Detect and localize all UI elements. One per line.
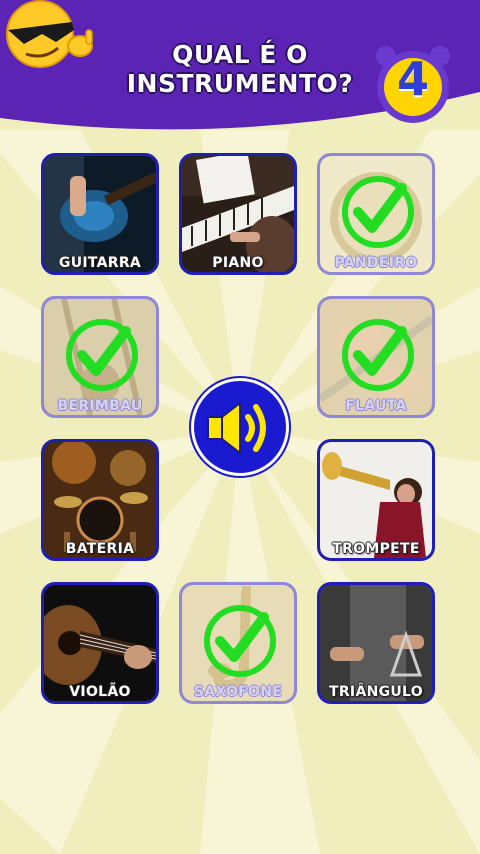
- speaker-icon: [207, 400, 266, 456]
- timer-count: 4: [396, 52, 429, 106]
- card-label: PIANO: [212, 255, 264, 271]
- card-trompete[interactable]: TROMPETE: [317, 439, 435, 561]
- card-label: VIOLÃO: [69, 684, 131, 700]
- card-label: TROMPETE: [332, 541, 420, 557]
- cool-emoji-icon: [6, 0, 93, 68]
- header: QUAL É O INSTRUMENTO? 4: [0, 0, 480, 140]
- card-violao[interactable]: VIOLÃO: [41, 582, 159, 704]
- card-label: GUITARRA: [58, 255, 142, 271]
- card-triangulo[interactable]: TRIÂNGULO: [317, 582, 435, 704]
- play-sound-button[interactable]: [191, 378, 289, 476]
- card-saxofone[interactable]: SAXOFONE: [179, 582, 297, 704]
- card-label: BATERIA: [65, 541, 135, 557]
- card-piano[interactable]: PIANO: [179, 153, 297, 275]
- card-guitarra[interactable]: GUITARRA: [41, 153, 159, 275]
- card-pandeiro[interactable]: PANDEIRO: [317, 153, 435, 275]
- card-label: BERIMBAU: [57, 398, 143, 414]
- page-title: QUAL É O INSTRUMENTO?: [100, 40, 380, 98]
- checkmark-icon: [204, 605, 276, 677]
- card-berimbau[interactable]: BERIMBAU: [41, 296, 159, 418]
- timer: 4: [372, 44, 454, 126]
- card-label: TRIÂNGULO: [329, 684, 423, 700]
- checkmark-icon: [66, 319, 138, 391]
- title-line-2: INSTRUMENTO?: [126, 69, 354, 98]
- checkmark-icon: [342, 319, 414, 391]
- title-line-1: QUAL É O: [172, 40, 308, 69]
- card-label: FLAUTA: [345, 398, 407, 414]
- card-flauta[interactable]: FLAUTA: [317, 296, 435, 418]
- checkmark-icon: [342, 176, 414, 248]
- card-bateria[interactable]: BATERIA: [41, 439, 159, 561]
- card-label: PANDEIRO: [334, 255, 418, 271]
- card-label: SAXOFONE: [193, 684, 283, 700]
